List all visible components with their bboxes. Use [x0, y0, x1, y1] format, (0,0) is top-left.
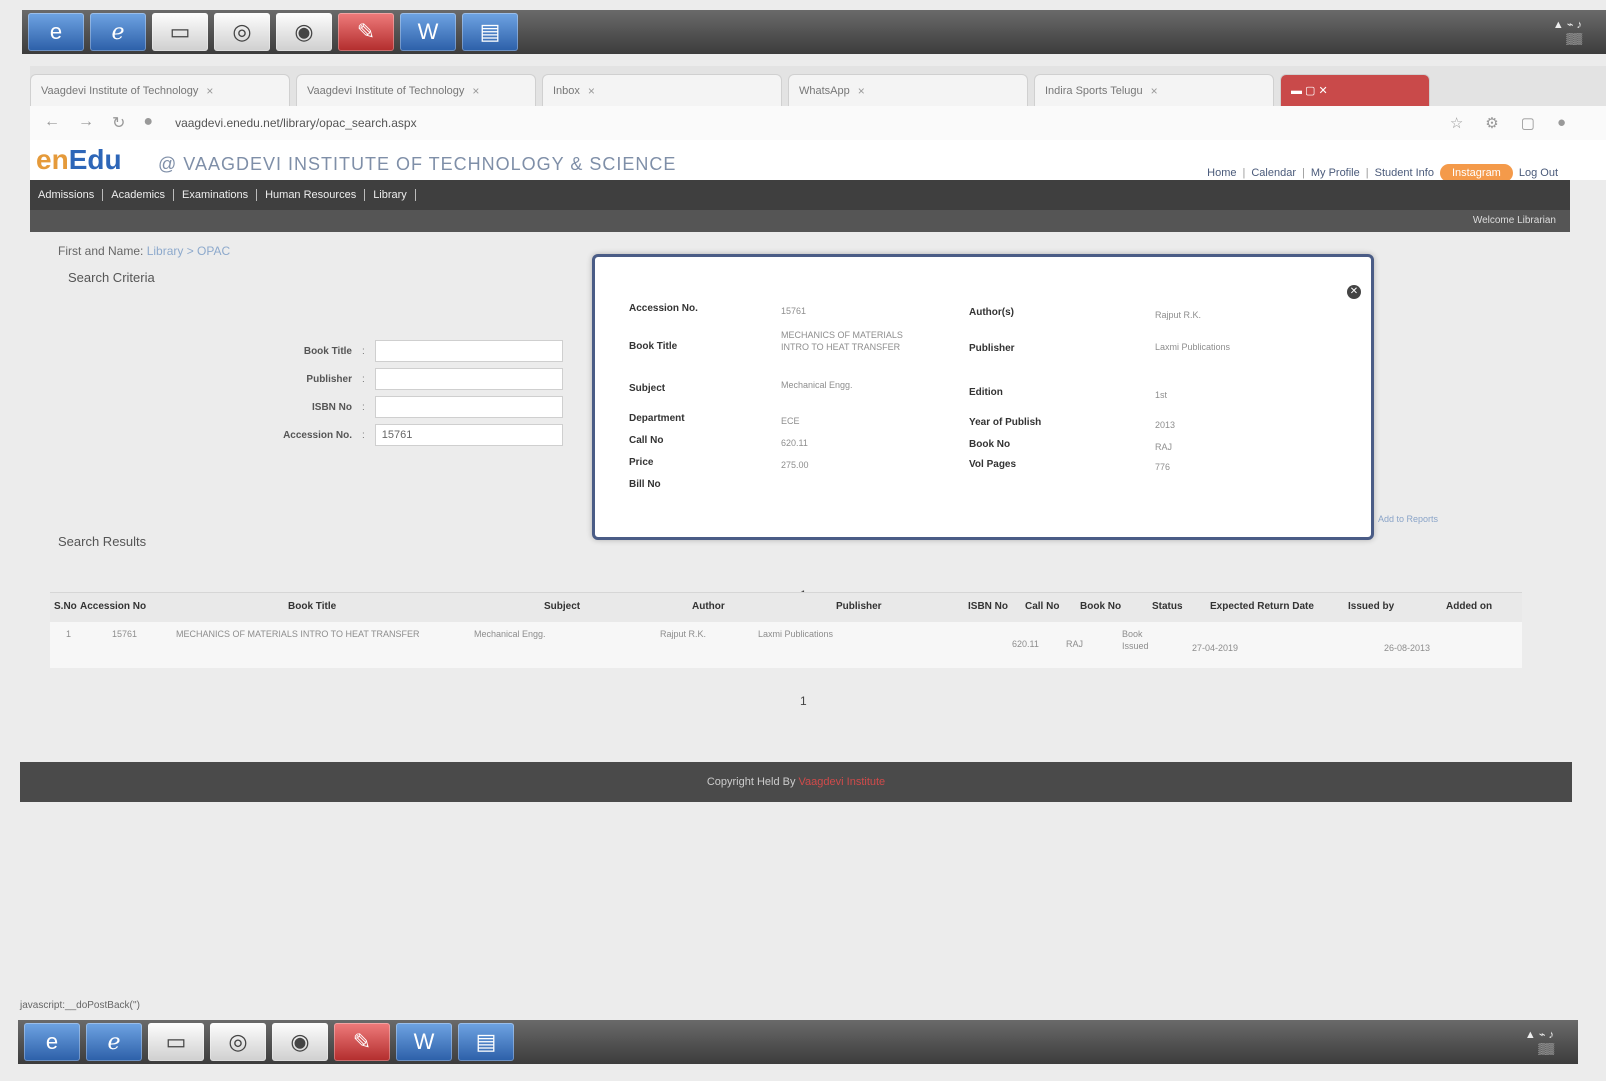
link-profile[interactable]: My Profile: [1311, 167, 1360, 179]
reload-icon[interactable]: ↻: [112, 113, 125, 133]
close-icon[interactable]: ×: [588, 84, 595, 98]
menu-human-resources[interactable]: Human Resources: [257, 189, 366, 201]
browser-tab[interactable]: WhatsApp ×: [788, 74, 1028, 106]
col-author: Author: [692, 601, 725, 612]
close-icon[interactable]: ×: [206, 84, 213, 98]
welcome-bar: Welcome Librarian: [30, 210, 1570, 232]
breadcrumb: First and Name: Library > OPAC: [58, 244, 231, 258]
close-icon[interactable]: ×: [858, 84, 865, 98]
book-title-input[interactable]: [374, 340, 563, 362]
back-icon[interactable]: ←: [44, 113, 60, 133]
add-to-reports-link[interactable]: Add to Reports: [1378, 514, 1438, 524]
chrome-icon[interactable]: ◉: [276, 13, 332, 51]
col-call: Call No: [1025, 601, 1060, 612]
footer-link[interactable]: Vaagdevi Institute: [799, 776, 886, 788]
enedu-logo[interactable]: enEdu: [36, 144, 122, 176]
search-results-title: Search Results: [58, 534, 147, 549]
isbn-input[interactable]: [374, 396, 563, 418]
site-header: enEdu @ VAAGDEVI INSTITUTE OF TECHNOLOGY…: [30, 140, 1606, 182]
word-icon[interactable]: W: [396, 1023, 452, 1061]
system-tray: ▲ ⌁ ♪ ▒▒: [1552, 19, 1582, 45]
gear-icon[interactable]: ⚙: [1485, 114, 1498, 132]
menu-admissions[interactable]: Admissions: [30, 189, 104, 201]
publisher-input[interactable]: [374, 368, 563, 390]
main-menu: Admissions Academics Examinations Human …: [30, 180, 1570, 210]
table-row[interactable]: 1 15761 MECHANICS OF MATERIALS INTRO TO …: [50, 622, 1522, 668]
book-title-label: Book Title: [303, 345, 352, 357]
col-expected: Expected Return Date: [1210, 601, 1314, 612]
menu-library[interactable]: Library: [365, 189, 416, 201]
col-sno: S.No: [54, 601, 77, 612]
acrobat-icon[interactable]: ✎: [334, 1023, 390, 1061]
ie-icon[interactable]: e: [24, 1023, 80, 1061]
link-calendar[interactable]: Calendar: [1251, 167, 1296, 179]
browser-tab[interactable]: Vaagdevi Institute of Technology ×: [30, 74, 290, 106]
address-bar: ← → ↻ ● vaagdevi.enedu.net/library/opac_…: [30, 106, 1606, 141]
acrobat-icon[interactable]: ✎: [338, 13, 394, 51]
browser-tab[interactable]: Indira Sports Telugu ×: [1034, 74, 1274, 106]
browser-status-text: javascript:__doPostBack(''): [20, 1000, 140, 1011]
col-accession: Accession No: [80, 601, 147, 612]
folder-icon[interactable]: ▭: [148, 1023, 204, 1061]
pager-bottom[interactable]: 1: [800, 694, 807, 708]
close-icon[interactable]: ×: [1151, 84, 1158, 98]
accession-label: Accession No.: [283, 429, 352, 441]
publisher-label: Publisher: [306, 373, 352, 385]
browser-tab[interactable]: Inbox ×: [542, 74, 782, 106]
isbn-label: ISBN No: [312, 401, 352, 413]
scanner-icon[interactable]: ▤: [458, 1023, 514, 1061]
media-icon[interactable]: ◎: [210, 1023, 266, 1061]
forward-icon[interactable]: →: [78, 113, 94, 133]
col-title: Book Title: [288, 601, 337, 612]
col-publisher: Publisher: [836, 601, 882, 612]
bottom-taskbar: e ℯ ▭ ◎ ◉ ✎ W ▤ ▲ ⌁ ♪ ▒▒: [18, 1020, 1578, 1064]
lock-icon: ●: [143, 113, 154, 130]
page-footer: Copyright Held By Vaagdevi Institute: [20, 762, 1572, 802]
book-details-modal: ✕ Accession No. 15761 Book Title MECHANI…: [592, 254, 1374, 540]
results-table-header: S.No Accession No Book Title Subject Aut…: [50, 592, 1522, 624]
edge-icon[interactable]: ℯ: [86, 1023, 142, 1061]
top-taskbar: e ℯ ▭ ◎ ◉ ✎ W ▤ ▲ ⌁ ♪ ▒▒: [22, 10, 1606, 54]
col-added: Added on: [1446, 601, 1493, 612]
media-icon[interactable]: ◎: [214, 13, 270, 51]
col-isbn: ISBN No: [968, 601, 1008, 612]
institute-name: @ VAAGDEVI INSTITUTE OF TECHNOLOGY & SCI…: [158, 154, 677, 174]
ie-icon[interactable]: e: [28, 13, 84, 51]
logout-link[interactable]: Log Out: [1519, 167, 1558, 179]
url-field[interactable]: vaagdevi.enedu.net/library/opac_search.a…: [175, 116, 417, 130]
menu-academics[interactable]: Academics: [103, 189, 175, 201]
star-icon[interactable]: ☆: [1450, 114, 1463, 132]
browser-tabstrip: Vaagdevi Institute of Technology × Vaagde…: [30, 66, 1606, 106]
chrome-icon[interactable]: ◉: [272, 1023, 328, 1061]
col-issued: Issued by: [1348, 601, 1395, 612]
search-form: Book Title : Publisher : ISBN No : Acces…: [252, 340, 563, 446]
profile-icon[interactable]: ●: [1557, 114, 1566, 132]
col-subject: Subject: [544, 601, 581, 612]
browser-tab[interactable]: Vaagdevi Institute of Technology ×: [296, 74, 536, 106]
word-icon[interactable]: W: [400, 13, 456, 51]
system-tray: ▲ ⌁ ♪ ▒▒: [1524, 1029, 1554, 1055]
col-status: Status: [1152, 601, 1183, 612]
search-criteria-title: Search Criteria: [68, 270, 155, 285]
link-home[interactable]: Home: [1207, 167, 1236, 179]
close-icon[interactable]: ×: [472, 84, 479, 98]
col-bookno: Book No: [1080, 601, 1122, 612]
accession-input[interactable]: [374, 424, 563, 446]
close-icon[interactable]: ✕: [1347, 285, 1361, 299]
scanner-icon[interactable]: ▤: [462, 13, 518, 51]
folder-icon[interactable]: ▭: [152, 13, 208, 51]
edge-icon[interactable]: ℯ: [90, 13, 146, 51]
menu-examinations[interactable]: Examinations: [174, 189, 258, 201]
link-student-info[interactable]: Student Info: [1375, 167, 1434, 179]
browser-window-controls[interactable]: ▬ ▢ ✕: [1280, 74, 1430, 106]
extensions-icon[interactable]: ▢: [1521, 114, 1535, 132]
